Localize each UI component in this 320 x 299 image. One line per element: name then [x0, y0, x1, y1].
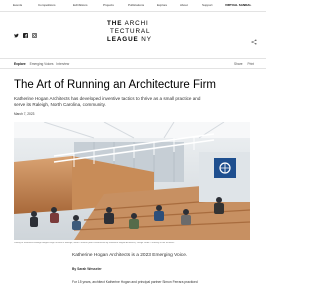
logo-the: THE [107, 20, 123, 27]
nav-support[interactable]: Support [202, 3, 213, 7]
instagram-icon[interactable] [32, 33, 37, 38]
photo-caption: Library at Southeast Raleigh Magnet High… [14, 242, 175, 244]
article-body-first-line: For 15 years, architect Katherine Hogan … [72, 280, 198, 284]
share-icon[interactable] [251, 32, 257, 45]
nav-publications[interactable]: Publications [128, 3, 144, 7]
article-dek: Katherine Hogan Architects has developed… [14, 96, 201, 107]
share-link[interactable]: Share [234, 62, 243, 66]
nav-projects[interactable]: Projects [103, 3, 114, 7]
nav-explore[interactable]: Explore [157, 3, 167, 7]
print-link[interactable]: Print [247, 62, 254, 66]
facebook-icon[interactable] [23, 33, 28, 38]
virtual-sandal-link[interactable]: VIRTUAL SANDAL [225, 3, 251, 7]
article-title: The Art of Running an Architecture Firm [14, 79, 216, 91]
hero-photo [14, 122, 250, 240]
top-navigation: Events Competitions Exhibitions Projects… [0, 0, 266, 12]
nav-about[interactable]: About [180, 3, 188, 7]
nav-exhibitions[interactable]: Exhibitions [73, 3, 88, 7]
logo-archi: ARCHI [124, 20, 149, 27]
article-subnav: Explore Emerging Voices Interview Share … [0, 58, 266, 69]
logo-ny: NY [141, 36, 152, 43]
social-links [14, 33, 37, 38]
site-logo[interactable]: THE ARCHI TECTURAL LEAGUE NY [107, 20, 163, 50]
section-link[interactable]: Explore [14, 62, 26, 66]
logo-league: LEAGUE [107, 36, 139, 43]
article-intro-line: Katherine Hogan Architects is a 2023 Eme… [72, 253, 188, 258]
logo-tectural: TECTURAL [110, 28, 151, 35]
nav-events[interactable]: Events [13, 3, 22, 7]
nav-competitions[interactable]: Competitions [38, 3, 56, 7]
article-date: March 7, 2023 [14, 112, 35, 116]
tag-emerging-voices[interactable]: Emerging Voices [30, 62, 54, 66]
tag-interview[interactable]: Interview [56, 62, 69, 66]
article-author: By Sarah Wesseler [72, 267, 102, 271]
twitter-icon[interactable] [14, 33, 19, 38]
